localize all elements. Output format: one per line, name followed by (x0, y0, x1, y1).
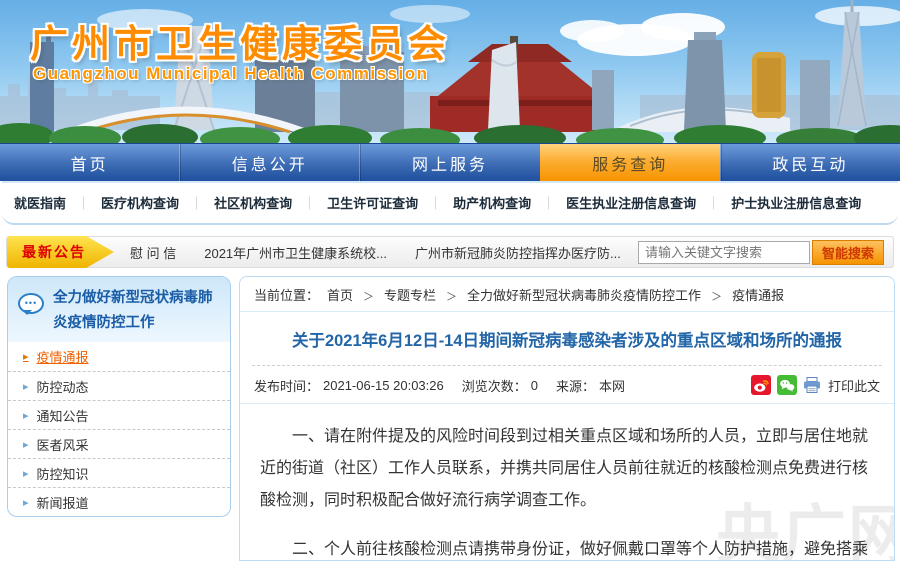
share-tools: 打印此文 (751, 375, 880, 395)
article-body: 一、请在附件提及的风险时间段到过相关重点区域和场所的人员，立即与居住地就近的街道… (240, 421, 894, 561)
triangle-arrow-icon: ▸ (23, 409, 29, 422)
announcement-bar: 最新公告 慰 问 信 2021年广州市卫生健康系统校... 广州市新冠肺炎防控指… (6, 236, 894, 268)
sidebar-item-epidemic-report[interactable]: ▸ 疫情通报 (8, 342, 230, 371)
nav-tab-service-query[interactable]: 服务查询 (540, 144, 720, 181)
announcement-link[interactable]: 2021年广州市卫生健康系统校... (204, 243, 387, 262)
sidebar-item-label: 防控动态 (37, 377, 89, 396)
breadcrumb-label: 当前位置： (254, 285, 319, 304)
main-nav: 首页 信息公开 网上服务 服务查询 政民互动 (0, 143, 900, 181)
printer-icon[interactable] (803, 377, 821, 393)
article-paragraph: 一、请在附件提及的风险时间段到过相关重点区域和场所的人员，立即与居住地就近的街道… (260, 421, 874, 517)
subnav-item-nurse-registration-query[interactable]: 护士执业注册信息查询 (696, 193, 861, 212)
speech-bubble-icon (18, 293, 44, 314)
sidebar-item-medical-workers[interactable]: ▸ 医者风采 (8, 429, 230, 458)
sidebar-item-label: 医者风采 (37, 435, 89, 454)
sidebar-item-label: 通知公告 (37, 406, 89, 425)
subnav-item-midwifery-query[interactable]: 助产机构查询 (418, 193, 531, 212)
wechat-share-icon[interactable] (777, 375, 797, 395)
triangle-arrow-icon: ▸ (23, 350, 29, 363)
views-value: 0 (531, 378, 538, 393)
sidebar-item-prevention-knowledge[interactable]: ▸ 防控知识 (8, 458, 230, 487)
nav-tab-home[interactable]: 首页 (0, 144, 179, 181)
article-paragraph: 二、个人前往核酸检测点请携带身份证，做好佩戴口罩等个人防护措施，避免搭乘公共交通… (260, 534, 874, 561)
search-box: 智能搜索 (638, 240, 884, 265)
views-label: 浏览次数： (462, 376, 527, 395)
sidebar-item-prevention-updates[interactable]: ▸ 防控动态 (8, 371, 230, 400)
triangle-arrow-icon: ▸ (23, 438, 29, 451)
sidebar-item-label: 新闻报道 (37, 493, 89, 512)
breadcrumb-epidemic-report: 疫情通报 (701, 285, 784, 304)
nav-tab-public-interaction[interactable]: 政民互动 (720, 144, 900, 181)
announcement-links: 慰 问 信 2021年广州市卫生健康系统校... 广州市新冠肺炎防控指挥办医疗防… (130, 243, 638, 262)
subnav-item-medical-guide[interactable]: 就医指南 (14, 193, 66, 212)
breadcrumb-covid-prevention[interactable]: 全力做好新型冠状病毒肺炎疫情防控工作 (436, 285, 701, 304)
search-input[interactable] (638, 241, 810, 264)
subnav-item-health-license-query[interactable]: 卫生许可证查询 (292, 193, 418, 212)
breadcrumb: 当前位置： 首页 专题专栏 全力做好新型冠状病毒肺炎疫情防控工作 疫情通报 (240, 277, 894, 312)
sidebar-title: 全力做好新型冠状病毒肺炎疫情防控工作 (53, 286, 220, 335)
sidebar-item-label: 防控知识 (37, 464, 89, 483)
source-value: 本网 (599, 376, 625, 395)
site-subtitle: Guangzhou Municipal Health Commission (33, 64, 429, 84)
sidebar: 全力做好新型冠状病毒肺炎疫情防控工作 ▸ 疫情通报 ▸ 防控动态 ▸ 通知公告 … (7, 276, 231, 517)
announcement-link[interactable]: 广州市新冠肺炎防控指挥办医疗防... (415, 243, 621, 262)
subnav-item-community-institution-query[interactable]: 社区机构查询 (179, 193, 292, 212)
sidebar-item-news-reports[interactable]: ▸ 新闻报道 (8, 487, 230, 516)
breadcrumb-special-topics[interactable]: 专题专栏 (353, 285, 436, 304)
triangle-arrow-icon: ▸ (23, 467, 29, 480)
weibo-share-icon[interactable] (751, 375, 771, 395)
subnav-item-medical-institution-query[interactable]: 医疗机构查询 (66, 193, 179, 212)
site-banner: 广州市卫生健康委员会 Guangzhou Municipal Health Co… (0, 0, 900, 143)
nav-tab-online-services[interactable]: 网上服务 (359, 144, 539, 181)
latest-announcement-badge: 最新公告 (7, 236, 114, 268)
subnav-item-doctor-registration-query[interactable]: 医生执业注册信息查询 (531, 193, 696, 212)
triangle-arrow-icon: ▸ (23, 496, 29, 509)
main-panel: 央广网 当前位置： 首页 专题专栏 全力做好新型冠状病毒肺炎疫情防控工作 疫情通… (239, 276, 895, 561)
article-meta-row: 发布时间： 2021-06-15 20:03:26 浏览次数： 0 来源： 本网 (240, 366, 894, 404)
sidebar-item-label: 疫情通报 (37, 347, 89, 366)
source-label: 来源： (556, 376, 595, 395)
print-article-link[interactable]: 打印此文 (828, 376, 880, 395)
sub-nav: 就医指南 医疗机构查询 社区机构查询 卫生许可证查询 助产机构查询 医生执业注册… (2, 181, 898, 225)
article-meta: 发布时间： 2021-06-15 20:03:26 浏览次数： 0 来源： 本网 (254, 376, 751, 395)
publish-time-label: 发布时间： (254, 376, 319, 395)
sidebar-item-notices[interactable]: ▸ 通知公告 (8, 400, 230, 429)
nav-tab-info-disclosure[interactable]: 信息公开 (179, 144, 359, 181)
announcement-link[interactable]: 慰 问 信 (130, 243, 176, 262)
site-title: 广州市卫生健康委员会 (30, 13, 450, 68)
article-title: 关于2021年6月12日-14日期间新冠病毒感染者涉及的重点区域和场所的通报 (252, 327, 882, 366)
content-area: 全力做好新型冠状病毒肺炎疫情防控工作 ▸ 疫情通报 ▸ 防控动态 ▸ 通知公告 … (0, 268, 900, 561)
triangle-arrow-icon: ▸ (23, 380, 29, 393)
publish-time-value: 2021-06-15 20:03:26 (323, 378, 444, 393)
smart-search-button[interactable]: 智能搜索 (812, 240, 884, 265)
breadcrumb-home[interactable]: 首页 (327, 285, 353, 304)
sidebar-header: 全力做好新型冠状病毒肺炎疫情防控工作 (8, 277, 230, 342)
